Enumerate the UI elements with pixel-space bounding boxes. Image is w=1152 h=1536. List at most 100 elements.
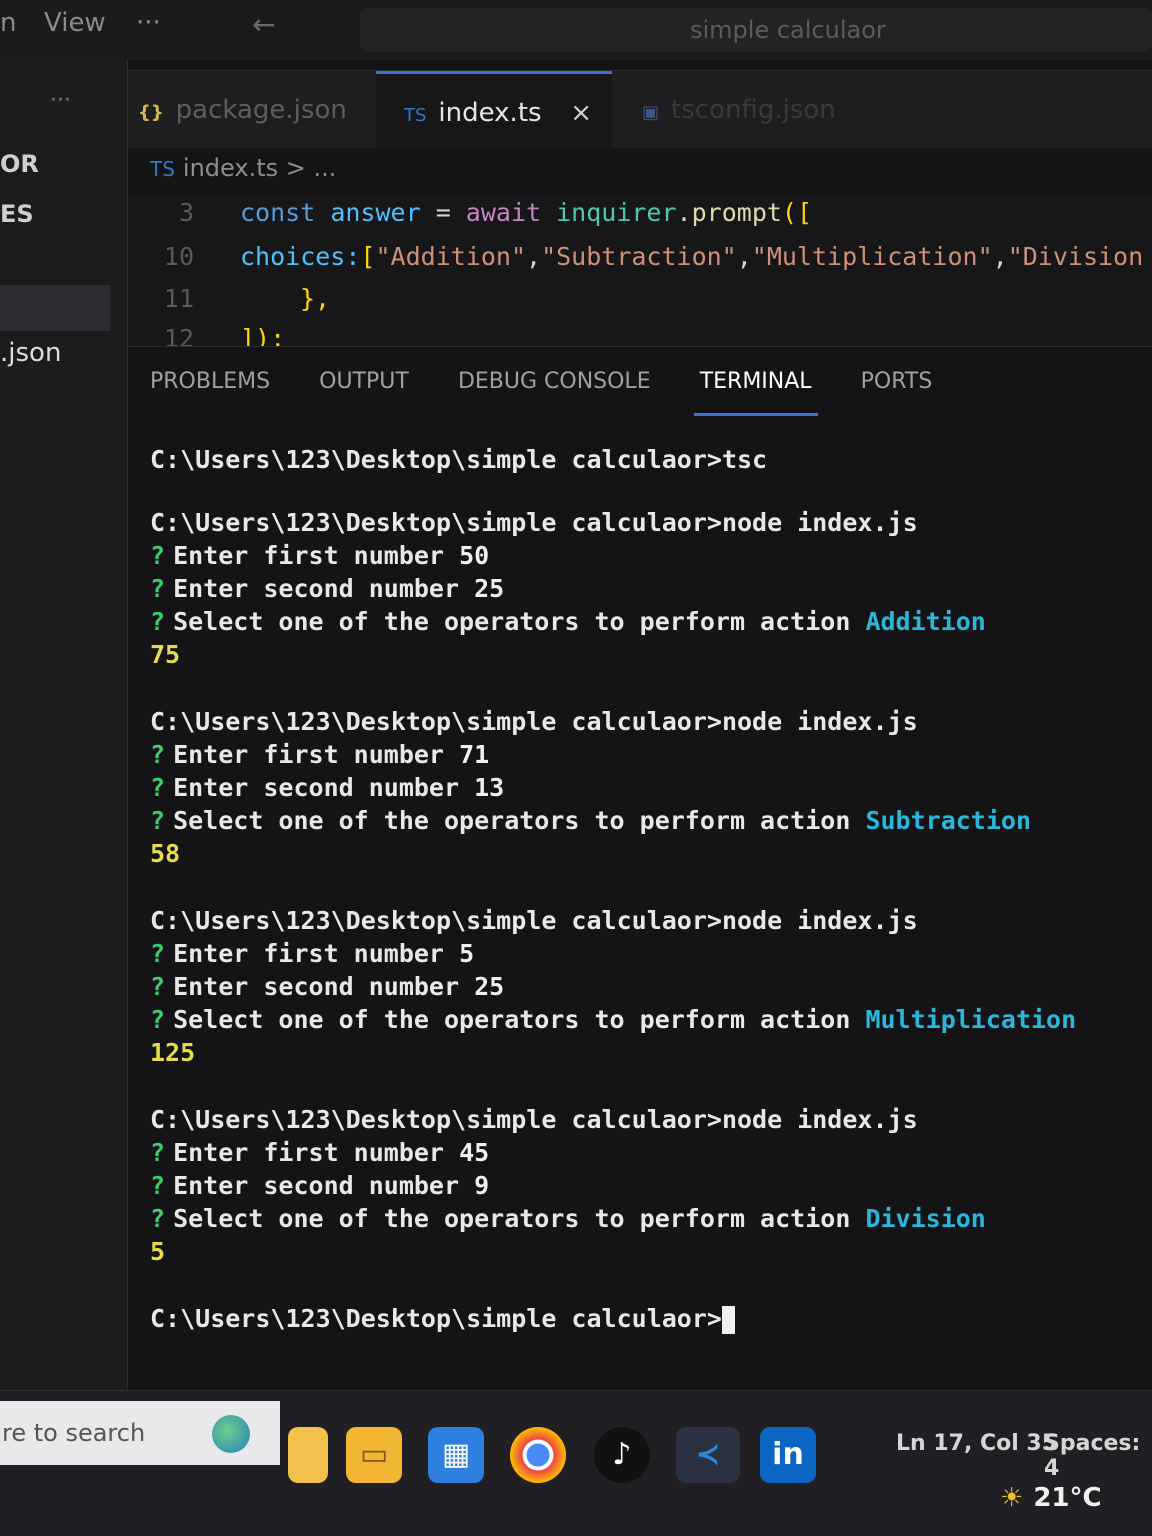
- sidebar-selected-item[interactable]: [0, 285, 110, 331]
- question-text: Enter second number: [173, 972, 460, 1001]
- prompt-line: ? Enter second number 25: [150, 970, 1150, 1003]
- terminal-block: C:\Users\123\Desktop\simple calculaor>no…: [150, 705, 1150, 870]
- panel-tabs: PROBLEMS OUTPUT DEBUG CONSOLE TERMINAL P…: [150, 369, 976, 416]
- prompt-line: ? Enter first number 5: [150, 937, 1150, 970]
- menu-more-icon[interactable]: ···: [136, 8, 161, 38]
- terminal-block: C:\Users\123\Desktop\simple calculaor>ts…: [150, 443, 1150, 476]
- file-explorer-icon[interactable]: ▭: [346, 1427, 402, 1483]
- terminal-output[interactable]: C:\Users\123\Desktop\simple calculaor> ts…: [150, 443, 1150, 1355]
- line-number: 11: [163, 284, 194, 313]
- question-mark-icon: ?: [150, 541, 166, 570]
- prompt-line: ? Enter second number 9: [150, 1169, 1150, 1202]
- terminal-command-line: C:\Users\123\Desktop\simple calculaor>no…: [150, 705, 1150, 738]
- prompt-line: ? Select one of the operators to perform …: [150, 1003, 1150, 1036]
- ts-file-icon: TS: [150, 157, 175, 181]
- status-cursor-position[interactable]: Ln 17, Col 35: [896, 1431, 1057, 1456]
- tab-output[interactable]: OUTPUT: [319, 369, 409, 394]
- terminal-block: C:\Users\123\Desktop\simple calculaor>no…: [150, 1103, 1150, 1268]
- result-value: 5: [150, 1237, 166, 1266]
- selected-operator: Division: [865, 1204, 986, 1233]
- line-number: 12: [163, 324, 194, 346]
- bracket: [: [360, 242, 376, 271]
- taskbar-search-box[interactable]: re to search: [0, 1401, 280, 1465]
- back-arrow-icon[interactable]: ←: [252, 8, 275, 41]
- tab-index-ts[interactable]: TS index.ts ×: [376, 71, 612, 149]
- status-indentation[interactable]: Spaces: 4: [1044, 1431, 1152, 1481]
- vscode-icon[interactable]: ≺: [676, 1427, 740, 1483]
- breadcrumb-file[interactable]: index.ts: [183, 154, 278, 182]
- question-mark-icon: ?: [150, 806, 166, 835]
- terminal-command-line: C:\Users\123\Desktop\simple calculaor>no…: [150, 1103, 1150, 1136]
- weather-sun-icon: ☀: [1000, 1483, 1024, 1513]
- tab-tsconfig[interactable]: ▣ tsconfig.json: [642, 71, 942, 149]
- terminal-command: node index.js: [721, 707, 918, 736]
- terminal-command: tsc: [721, 445, 768, 474]
- code-line: 12]);: [128, 324, 285, 346]
- breadcrumb-separator: >: [285, 154, 306, 182]
- question-mark-icon: ?: [150, 1138, 166, 1167]
- operator: =: [420, 198, 466, 227]
- selected-operator: Addition: [865, 607, 986, 636]
- answer-value: 5: [459, 939, 475, 968]
- question-text: Select one of the operators to perform a…: [173, 806, 851, 835]
- question-text: Enter second number: [173, 773, 460, 802]
- tab-debug-console[interactable]: DEBUG CONSOLE: [458, 369, 651, 394]
- explorer-sidebar: ··· OR ES .json: [0, 60, 128, 1390]
- search-placeholder: re to search: [2, 1419, 146, 1447]
- ts-file-icon: TS: [404, 105, 427, 126]
- terminal-block: C:\Users\123\Desktop\simple calculaor>no…: [150, 904, 1150, 1069]
- question-mark-icon: ?: [150, 773, 166, 802]
- sidebar-more-icon[interactable]: ···: [50, 88, 71, 113]
- selected-operator: Subtraction: [865, 806, 1032, 835]
- terminal-block: C:\Users\123\Desktop\simple calculaor>: [150, 1302, 1150, 1335]
- answer-value: 50: [459, 541, 490, 570]
- weather-widget[interactable]: ☀ 21°C: [1000, 1483, 1102, 1513]
- result-value: 75: [150, 640, 181, 669]
- terminal-block: C:\Users\123\Desktop\simple calculaor>no…: [150, 506, 1150, 671]
- store-icon[interactable]: ▦: [428, 1427, 484, 1483]
- close-tab-icon[interactable]: ×: [570, 74, 592, 152]
- code-line: 11},: [128, 284, 330, 324]
- string: "Subtraction": [541, 242, 737, 271]
- terminal-prompt: C:\Users\123\Desktop\simple calculaor>: [150, 707, 722, 736]
- terminal-command-line: C:\Users\123\Desktop\simple calculaor>no…: [150, 904, 1150, 937]
- menu-item-partial[interactable]: n: [0, 8, 16, 38]
- terminal-prompt: C:\Users\123\Desktop\simple calculaor>: [150, 508, 722, 537]
- command-search-box[interactable]: simple calculaor: [360, 8, 1152, 52]
- answer-value: 25: [474, 972, 505, 1001]
- json-file-icon: {}: [138, 102, 164, 123]
- prompt-line: ? Select one of the operators to perform …: [150, 1202, 1150, 1235]
- tab-problems[interactable]: PROBLEMS: [150, 369, 270, 394]
- prompt-line: ? Enter first number 71: [150, 738, 1150, 771]
- tab-terminal[interactable]: TERMINAL: [693, 369, 818, 416]
- question-text: Select one of the operators to perform a…: [173, 607, 851, 636]
- tab-ports[interactable]: PORTS: [861, 369, 933, 394]
- string: "Division: [1007, 242, 1144, 271]
- question-text: Enter second number: [173, 574, 460, 603]
- answer-value: 25: [474, 574, 505, 603]
- widget-icon[interactable]: [288, 1427, 328, 1483]
- bracket: ]);: [240, 324, 286, 346]
- tiktok-icon[interactable]: ♪: [594, 1427, 650, 1483]
- result-value: 58: [150, 839, 181, 868]
- tab-package-json[interactable]: {} package.json: [138, 71, 388, 149]
- string: "Multiplication": [751, 242, 993, 271]
- terminal-command-line: C:\Users\123\Desktop\simple calculaor>ts…: [150, 443, 1150, 476]
- property-key: choices:: [240, 242, 361, 271]
- chrome-icon[interactable]: [510, 1427, 566, 1483]
- breadcrumb-rest[interactable]: ...: [314, 154, 337, 182]
- sidebar-file-json[interactable]: .json: [0, 338, 61, 368]
- config-file-icon: ▣: [642, 102, 660, 123]
- question-text: Enter first number: [173, 939, 444, 968]
- question-text: Enter second number: [173, 1171, 460, 1200]
- question-text: Select one of the operators to perform a…: [173, 1204, 851, 1233]
- search-highlight-icon: [212, 1415, 250, 1453]
- linkedin-icon[interactable]: in: [760, 1427, 816, 1483]
- breadcrumb: TS index.ts > ...: [150, 154, 336, 182]
- terminal-command-line: C:\Users\123\Desktop\simple calculaor>no…: [150, 506, 1150, 539]
- method-name: prompt: [691, 198, 782, 227]
- sidebar-label-es: ES: [0, 200, 34, 228]
- code-editor[interactable]: 3 const answer = await inquirer.prompt([ …: [128, 196, 1152, 346]
- menu-item-view[interactable]: View: [44, 8, 106, 38]
- terminal-command: node index.js: [721, 1105, 918, 1134]
